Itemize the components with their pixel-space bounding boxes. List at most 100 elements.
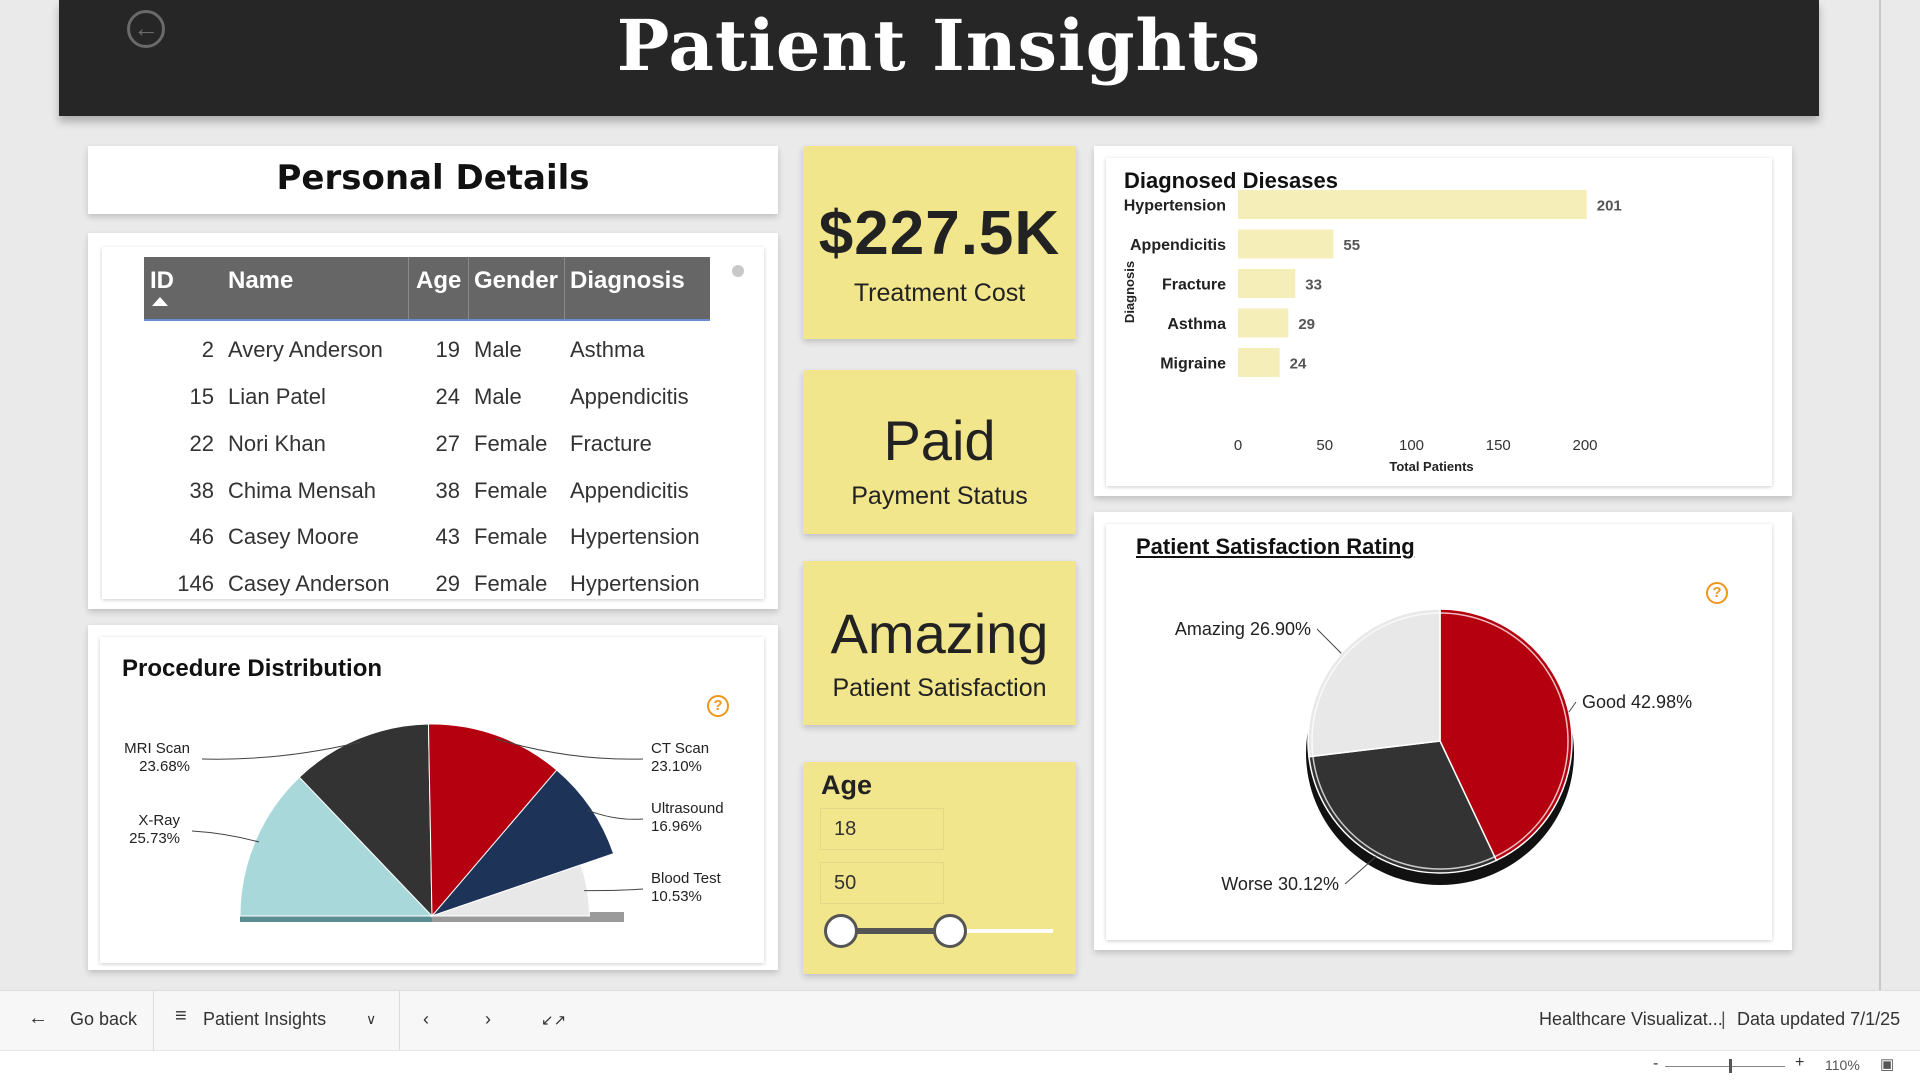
cell-name: Avery Anderson	[228, 337, 383, 362]
previous-page-icon[interactable]: ‹	[423, 1009, 429, 1030]
slice-label: Worse 30.12%	[1221, 874, 1339, 894]
sort-ascending-icon	[152, 297, 168, 306]
back-arrow-icon[interactable]: ←	[127, 10, 165, 48]
cell-name: Lian Patel	[228, 384, 326, 409]
bar-hypertension[interactable]	[1238, 190, 1587, 219]
treatment-cost-label: Treatment Cost	[853, 279, 1026, 307]
next-page-icon[interactable]: ›	[485, 1009, 491, 1030]
cell-age: 43	[435, 524, 460, 549]
age-max-input[interactable]: 50	[820, 862, 944, 904]
age-slicer: Age 18 50	[803, 762, 1076, 974]
bar-data-label: 24	[1290, 356, 1307, 373]
age-slider-max-handle[interactable]	[933, 914, 967, 948]
cell-gender: Male	[474, 384, 522, 409]
slice-percentage: 16.96%	[651, 818, 702, 835]
leader-line	[1316, 628, 1342, 654]
payment-status-card[interactable]: Paid Payment Status	[803, 370, 1076, 534]
procedure-distribution-visual[interactable]: Procedure Distribution ? X-Ray 25.73% MRI …	[100, 637, 764, 963]
x-tick-label: 150	[1486, 437, 1511, 454]
column-header-gender[interactable]: Gender	[474, 267, 558, 295]
data-updated-text: Data updated 7/1/25	[1737, 1009, 1901, 1029]
leader-line	[1568, 701, 1577, 713]
cell-diagnosis: Appendicitis	[570, 478, 689, 503]
cell-diagnosis: Asthma	[570, 337, 645, 362]
arrow-left-icon[interactable]: ←	[28, 1007, 48, 1030]
age-slicer-title: Age	[821, 770, 873, 800]
go-back-button[interactable]: Go back	[70, 1009, 137, 1030]
table-row[interactable]: 146 Casey Anderson 29 Female Hypertensio…	[144, 561, 710, 599]
exit-fullscreen-icon[interactable]: ↙↗	[541, 1011, 566, 1029]
table-row[interactable]: 22 Nori Khan 27 Female Fracture	[144, 421, 710, 467]
x-tick-label: 0	[1234, 437, 1242, 454]
table-row[interactable]: 38 Chima Mensah 38 Female Appendicitis	[144, 468, 710, 514]
column-header-diagnosis[interactable]: Diagnosis	[570, 267, 685, 295]
personal-details-header: Personal Details	[88, 146, 778, 214]
bar-data-label: 29	[1298, 316, 1315, 333]
slice-percentage: 23.68%	[139, 758, 190, 775]
cell-diagnosis: Hypertension	[570, 571, 700, 596]
payment-status-value: Paid	[883, 409, 996, 472]
cell-gender: Female	[474, 431, 548, 456]
slice-label: MRI Scan	[124, 740, 190, 757]
column-header-id[interactable]: ID	[150, 267, 174, 295]
slice-percentage: 25.73%	[129, 830, 180, 847]
x-tick-label: 200	[1572, 437, 1597, 454]
page-list-icon[interactable]: ≡	[175, 1005, 187, 1028]
satisfaction-rating-visual[interactable]: Patient Satisfaction Rating ? Good 42.98…	[1106, 524, 1772, 940]
slice-label: CT Scan	[651, 740, 709, 757]
procedure-pie-svg: X-Ray25.73% MRI Scan23.68% CT Scan23.10% Ul…	[124, 723, 724, 922]
zoom-slider-track[interactable]	[1665, 1066, 1785, 1067]
age-slider-min-handle[interactable]	[824, 914, 858, 948]
column-header-age[interactable]: Age	[416, 267, 461, 295]
chevron-down-icon[interactable]: ∨	[366, 1011, 376, 1028]
satisfaction-value: Amazing	[830, 602, 1049, 665]
personal-details-title: Personal Details	[276, 158, 590, 198]
bar-fracture[interactable]	[1238, 269, 1296, 298]
cell-diagnosis: Hypertension	[570, 524, 700, 549]
bar-category-label: Migraine	[1160, 356, 1226, 373]
zoom-level: 110%	[1825, 1057, 1860, 1073]
treatment-cost-card[interactable]: $227.5K Treatment Cost	[803, 146, 1076, 339]
divider	[399, 991, 400, 1051]
cell-name: Casey Anderson	[228, 571, 390, 596]
cell-id: 15	[189, 384, 214, 409]
x-axis-label: Total Patients	[1389, 459, 1473, 474]
column-header-name[interactable]: Name	[228, 267, 293, 295]
table-row[interactable]: 2 Avery Anderson 19 Male Asthma	[144, 327, 710, 373]
zoom-slider-thumb[interactable]	[1729, 1059, 1732, 1073]
scroll-indicator[interactable]	[732, 265, 744, 277]
slice-percentage: 10.53%	[651, 888, 702, 905]
leader-line	[584, 888, 644, 892]
vertical-scrollbar[interactable]	[1879, 0, 1881, 990]
slice-percentage: 23.10%	[651, 758, 702, 775]
page-selector[interactable]: Patient Insights	[203, 1009, 326, 1030]
bar-asthma[interactable]	[1238, 308, 1289, 338]
diagnosed-diseases-visual[interactable]: Diagnosed Diesases Hypertension 201 Append…	[1106, 158, 1772, 486]
column-divider	[468, 257, 469, 319]
bar-category-label: Hypertension	[1124, 198, 1226, 215]
page-title: Patient Insights	[616, 4, 1262, 87]
column-divider	[408, 257, 409, 319]
satisfaction-label: Patient Satisfaction	[832, 674, 1047, 702]
satisfaction-card[interactable]: Amazing Patient Satisfaction	[803, 561, 1076, 725]
cell-gender: Female	[474, 524, 548, 549]
slice-label: X-Ray	[138, 812, 180, 829]
divider	[153, 991, 154, 1051]
report-name[interactable]: Healthcare Visualizat...	[1539, 1009, 1723, 1030]
patient-table[interactable]: ID Name Age Gender Diagnosis 2 Avery And…	[102, 247, 764, 599]
bar-migraine[interactable]	[1238, 348, 1280, 377]
zoom-in-icon[interactable]: +	[1795, 1054, 1804, 1072]
x-tick-label: 100	[1399, 437, 1424, 454]
table-row[interactable]: 46 Casey Moore 43 Female Hypertension	[144, 514, 710, 560]
cell-age: 38	[435, 478, 460, 503]
bar-category-label: Fracture	[1162, 277, 1226, 294]
table-row[interactable]: 15 Lian Patel 24 Male Appendicitis	[144, 374, 710, 420]
report-canvas: Patient Insights ← Personal Details ID N…	[0, 0, 1920, 990]
fit-to-page-icon[interactable]: ▣	[1880, 1055, 1894, 1073]
divider-pipe: |	[1721, 1009, 1726, 1029]
y-axis-label: Diagnosis	[1122, 261, 1137, 323]
zoom-out-icon[interactable]: -	[1653, 1055, 1658, 1073]
age-min-input[interactable]: 18	[820, 808, 944, 850]
cell-id: 46	[189, 524, 214, 549]
bar-appendicitis[interactable]	[1238, 229, 1334, 259]
